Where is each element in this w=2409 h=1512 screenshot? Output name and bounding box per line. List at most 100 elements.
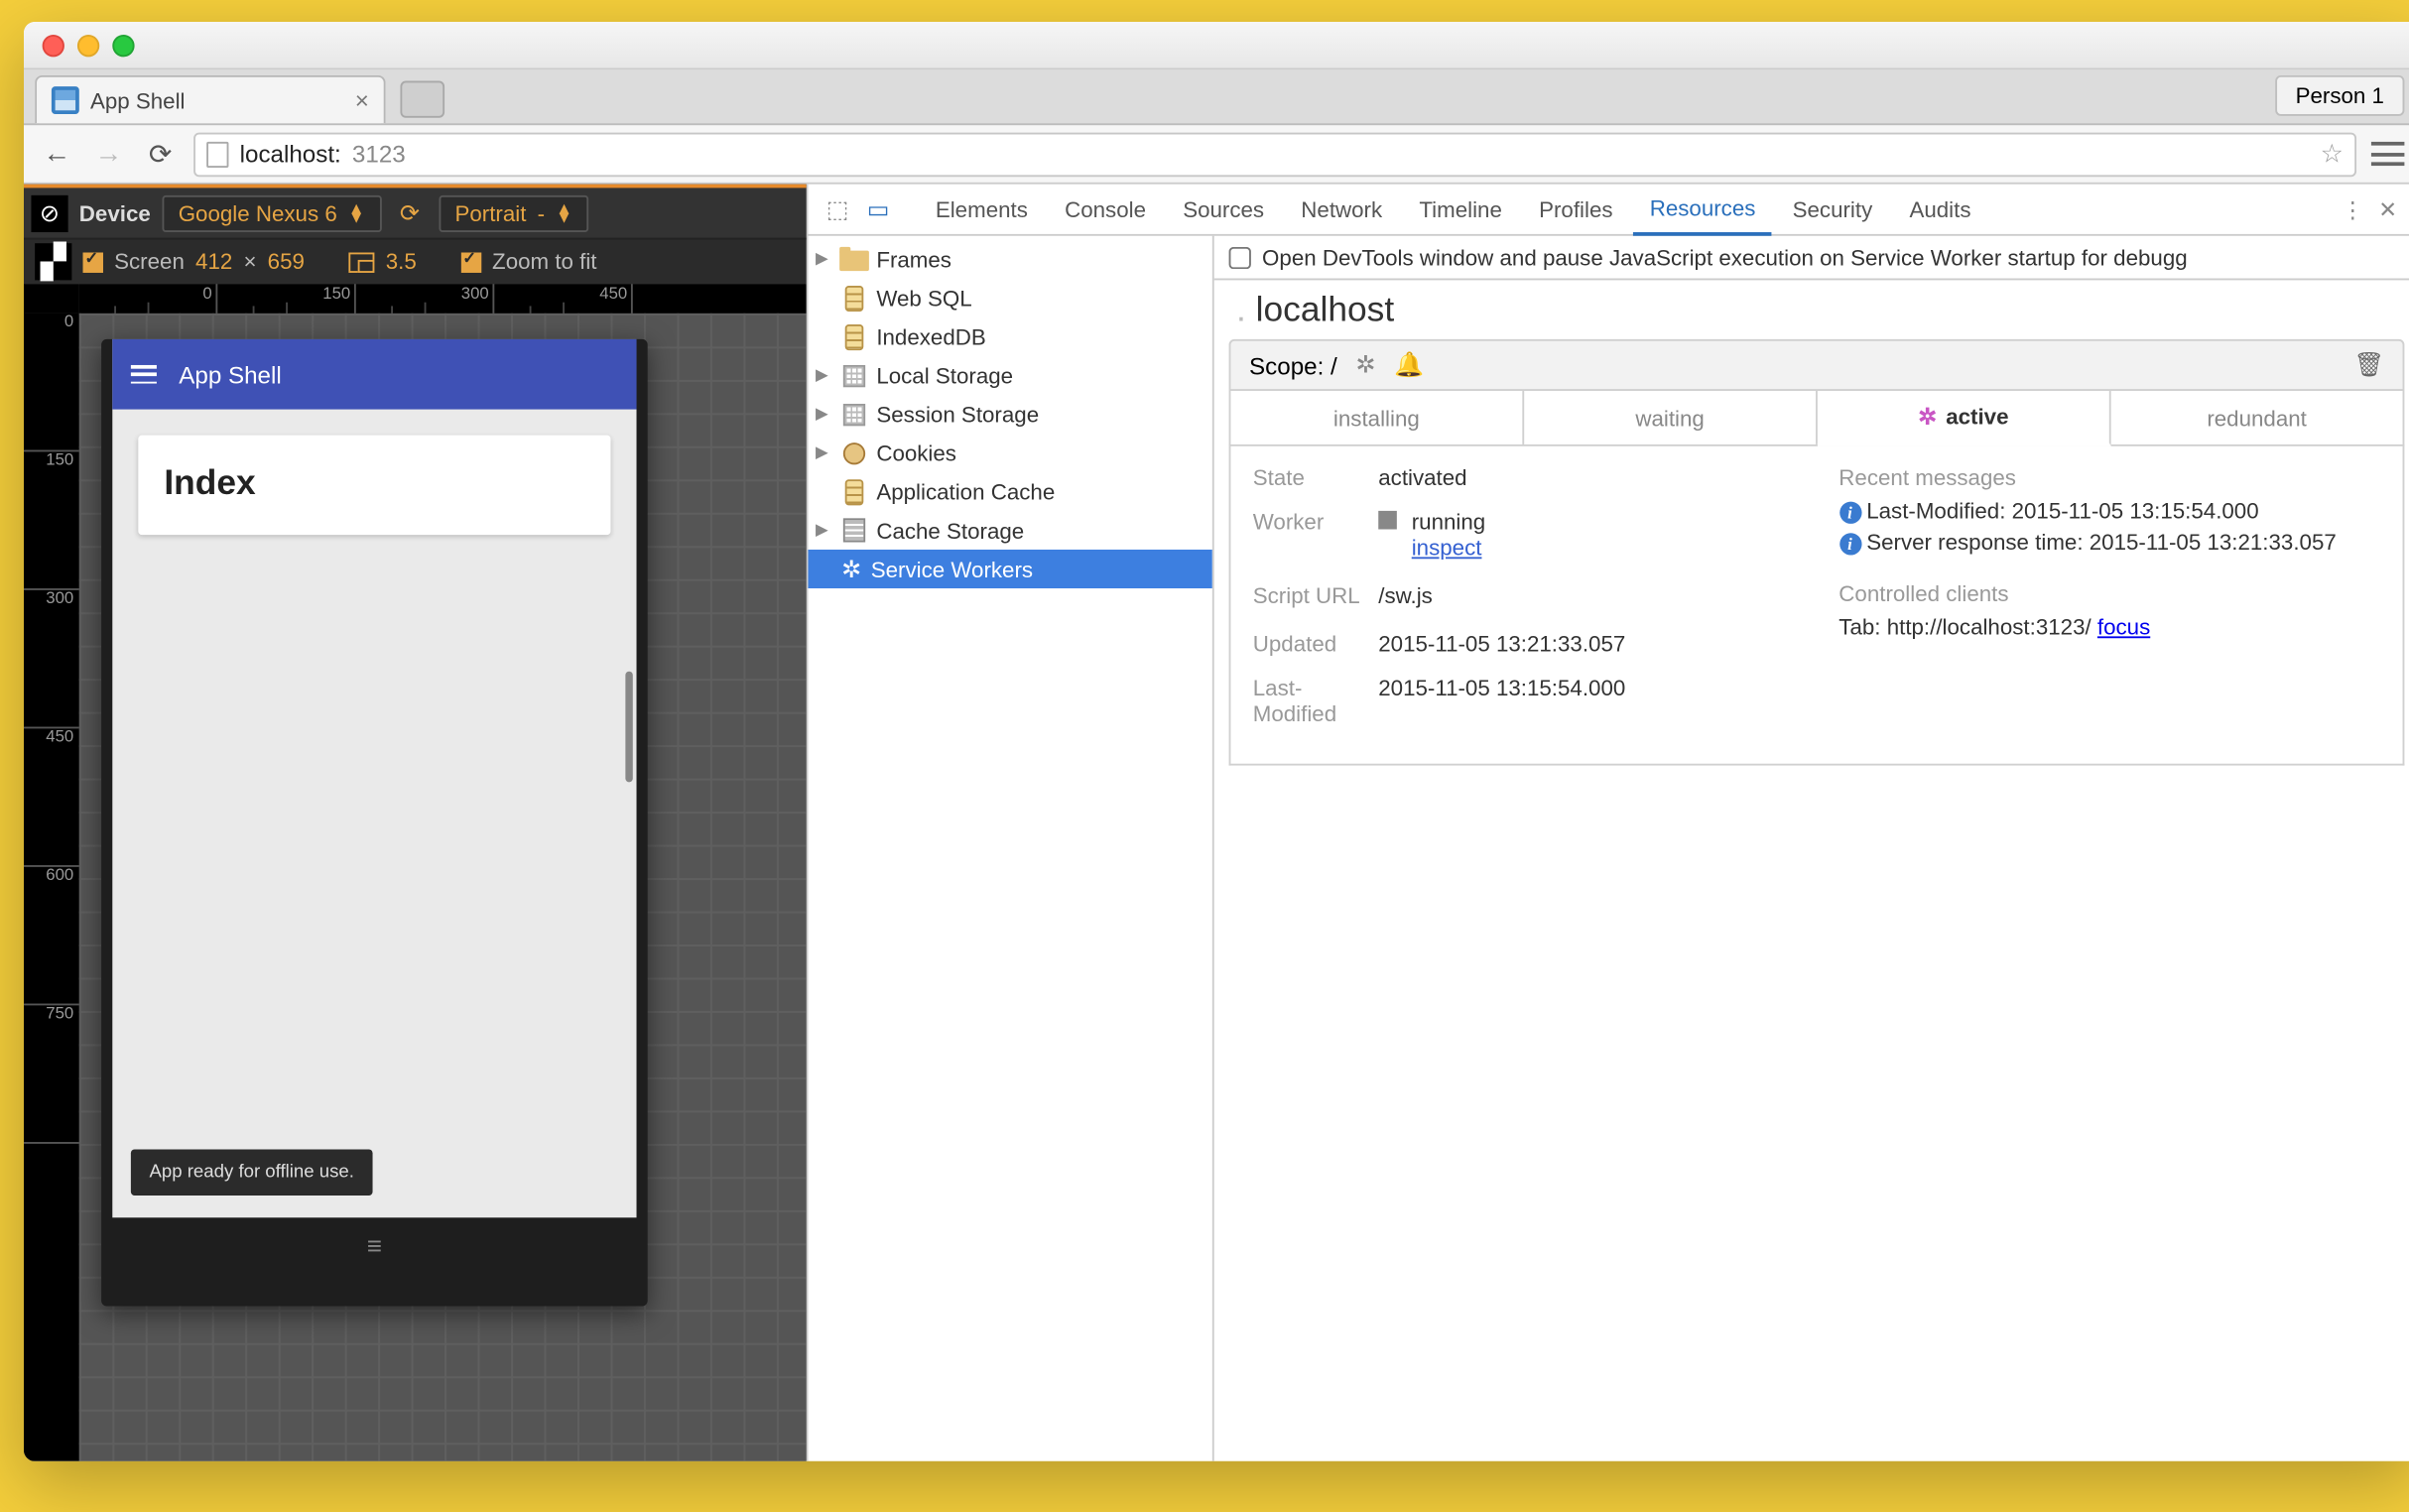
screen-checkbox[interactable] [83,252,103,272]
orientation-value: Portrait [454,199,526,225]
tree-sessionstorage[interactable]: ▶Session Storage [809,395,1212,434]
dpr-icon [349,252,375,272]
bookmark-icon[interactable]: ☆ [2321,138,2344,170]
hamburger-icon[interactable] [131,365,157,384]
trash-icon[interactable]: 🗑 [2353,350,2384,380]
sw-tab-redundant[interactable]: redundant [2111,391,2403,444]
close-devtools-icon[interactable]: ✕ [2378,196,2397,222]
dpr-value: 3.5 [386,249,417,275]
minimize-window-button[interactable] [77,34,99,56]
sw-right-column: Recent messages iLast-Modified: 2015-11-… [1838,464,2380,745]
stop-icon[interactable] [1378,511,1397,530]
stair-icon[interactable]: ▞ [35,243,71,280]
sw-panel: Stateactivated Workerrunninginspect Scri… [1229,446,2405,766]
tree-cachestorage[interactable]: ▶Cache Storage [809,511,1212,550]
sw-tab-waiting[interactable]: waiting [1524,391,1818,444]
focus-link[interactable]: focus [2097,614,2150,640]
phone-nav-handle: ≡ [112,1217,636,1273]
screen-height: 659 [268,249,305,275]
browser-menu-button[interactable] [2371,142,2404,166]
table-icon [843,364,865,386]
controlled-clients-label: Controlled clients [1838,581,2380,607]
address-bar[interactable]: localhost:3123 ☆ [193,132,2356,177]
state-value: activated [1378,464,1794,490]
maximize-window-button[interactable] [112,34,134,56]
zoom-checkbox[interactable] [460,252,480,272]
titlebar [24,22,2409,69]
tab-network[interactable]: Network [1285,184,1399,235]
device-toolbar: ⊘ Device Google Nexus 6 ▲▼ ⟳ Portrait - … [24,185,807,240]
sw-tab-active[interactable]: ✲active [1818,391,2111,446]
reload-button[interactable]: ⟳ [142,135,179,172]
tree-appcache[interactable]: Application Cache [809,472,1212,511]
tree-serviceworkers[interactable]: ✲Service Workers [809,550,1212,588]
database-icon [845,478,864,504]
inspect-link[interactable]: inspect [1412,535,1482,561]
tab-sources[interactable]: Sources [1166,184,1280,235]
scope-label: Scope: / [1249,351,1337,379]
close-window-button[interactable] [43,34,64,56]
new-tab-button[interactable] [400,81,444,118]
ruler-horizontal: 0 150 300 450 [79,284,807,314]
pause-label: Open DevTools window and pause JavaScrip… [1262,244,2188,270]
tree-frames[interactable]: ▶Frames [809,239,1212,278]
info-icon: i [1838,533,1860,555]
device-emulation-pane: ⊘ Device Google Nexus 6 ▲▼ ⟳ Portrait - … [24,185,807,1461]
updated-label: Updated [1253,631,1378,657]
tree-indexeddb[interactable]: IndexedDB [809,317,1212,356]
tab-resources[interactable]: Resources [1633,184,1772,235]
profile-button[interactable]: Person 1 [2275,75,2404,116]
devtools-tabs: ⬚ ▭ Elements Console Sources Network Tim… [809,185,2409,236]
info-icon: i [1838,502,1860,524]
more-icon[interactable]: ⋮ [2342,196,2363,222]
tab-profiles[interactable]: Profiles [1522,184,1629,235]
message-row: iServer response time: 2015-11-05 13:21:… [1838,530,2380,556]
devtools-pane: ⬚ ▭ Elements Console Sources Network Tim… [807,185,2409,1461]
page-icon [206,141,228,167]
tab-elements[interactable]: Elements [919,184,1045,235]
rotate-icon[interactable]: ⟳ [392,198,427,228]
tab-security[interactable]: Security [1776,184,1889,235]
table-icon [843,403,865,425]
origin-heading: . localhost [1214,280,2409,339]
client-row: Tab: http://localhost:3123/ focus [1838,614,2380,640]
tree-cookies[interactable]: ▶Cookies [809,434,1212,472]
ruler-vertical: 0 150 300 450 600 750 [24,314,79,1461]
orientation-select[interactable]: Portrait - ▲▼ [439,194,589,231]
dash: - [538,199,545,225]
lastmod-value: 2015-11-05 13:15:54.000 [1378,675,1794,726]
forward-button[interactable]: → [90,135,127,172]
content-area: ⊘ Device Google Nexus 6 ▲▼ ⟳ Portrait - … [24,185,2409,1461]
browser-tab[interactable]: App Shell × [35,75,385,123]
toast: App ready for offline use. [131,1149,373,1196]
tab-timeline[interactable]: Timeline [1403,184,1519,235]
close-tab-button[interactable]: × [355,86,369,114]
gear-icon[interactable]: ✲ [1355,350,1375,380]
device-mode-icon[interactable]: ▭ [860,194,897,224]
screen-width: 412 [195,249,232,275]
pause-checkbox[interactable] [1229,246,1251,268]
back-button[interactable]: ← [39,135,75,172]
script-label: Script URL [1253,582,1378,608]
browser-toolbar: ← → ⟳ localhost:3123 ☆ [24,125,2409,185]
index-card: Index [138,436,610,535]
ruler-tick: 0 [79,284,218,314]
tree-websql[interactable]: Web SQL [809,279,1212,317]
app-preview[interactable]: App Shell Index App ready for offline us… [112,339,636,1217]
cookie-icon [843,441,865,463]
scope-row: Scope: / ✲ 🔔 🗑 [1229,339,2405,391]
sw-tab-installing[interactable]: installing [1230,391,1524,444]
tree-localstorage[interactable]: ▶Local Storage [809,356,1212,395]
ruler-tick: 600 [24,867,79,1006]
device-select[interactable]: Google Nexus 6 ▲▼ [162,194,381,231]
tab-title: App Shell [90,87,186,113]
scrollbar[interactable] [625,672,632,783]
ruler-tick: 150 [24,451,79,590]
device-toolbar-2: ▞ Screen 412 × 659 3.5 Zoom to fit [24,239,807,284]
no-entry-icon[interactable]: ⊘ [31,194,67,231]
bell-icon[interactable]: 🔔 [1394,350,1424,380]
script-value: /sw.js [1378,582,1794,608]
tab-audits[interactable]: Audits [1893,184,1988,235]
inspect-icon[interactable]: ⬚ [820,194,856,224]
tab-console[interactable]: Console [1048,184,1162,235]
